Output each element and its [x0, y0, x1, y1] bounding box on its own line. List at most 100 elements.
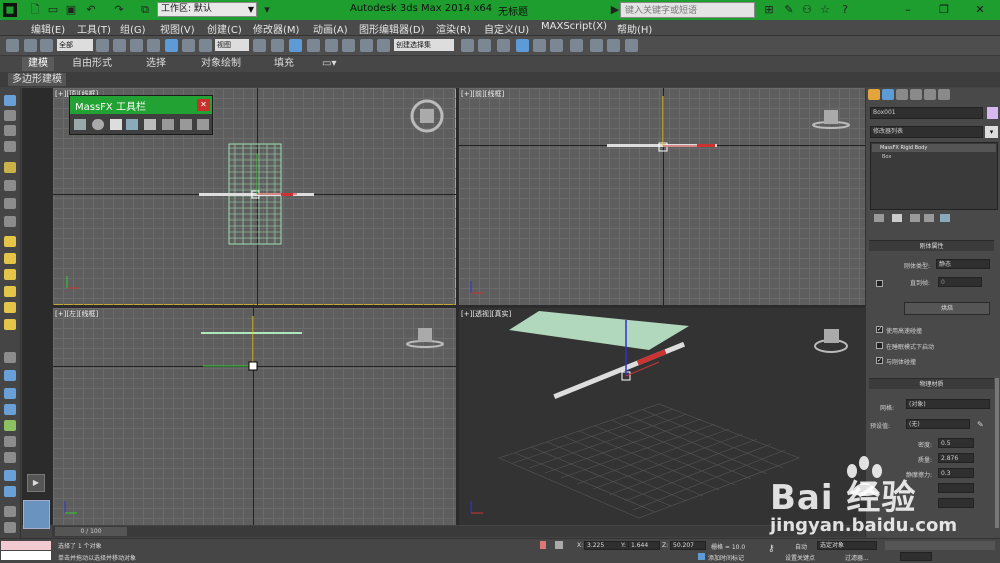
tab-freeform[interactable]: 自由形式 [66, 57, 118, 71]
polygon-modeling-label[interactable]: 多边形建模 [8, 73, 66, 86]
menu-help[interactable]: 帮助(H) [617, 21, 652, 36]
select-manipulate-icon[interactable] [271, 39, 284, 52]
close-icon[interactable]: ✕ [197, 99, 210, 111]
eyedropper-icon[interactable]: ✎ [977, 420, 986, 429]
tools-icon[interactable]: ✎ [782, 3, 796, 17]
bounciness-input[interactable] [938, 498, 974, 508]
render-setup-icon[interactable] [590, 39, 603, 52]
collide-rigid-checkbox[interactable]: ✓ [876, 357, 883, 364]
strip-icon-10[interactable] [4, 253, 16, 264]
menu-maxscript[interactable]: MAXScript(X) [541, 21, 607, 32]
menu-modifiers[interactable]: 修改器(M) [253, 21, 299, 36]
expand-icon[interactable]: ▶ [27, 474, 45, 492]
stack-item-box[interactable]: Box [872, 153, 996, 161]
motion-tab-icon[interactable] [910, 89, 922, 100]
tab-modeling[interactable]: 建模 [22, 57, 54, 71]
ribbon-options-icon[interactable]: ▭▾ [316, 57, 342, 71]
add-time-tag[interactable]: 添加时间标记 [708, 553, 744, 562]
mass-input[interactable]: 2.876 [938, 453, 974, 463]
strip-icon-13[interactable] [4, 302, 16, 313]
y-coord-input[interactable]: 1.644 [628, 541, 660, 550]
strip-icon-4[interactable] [4, 141, 16, 152]
strip-icon-7[interactable] [4, 198, 16, 209]
strip-icon-2[interactable] [4, 110, 16, 121]
menu-views[interactable]: 视图(V) [160, 21, 195, 36]
chevron-down-icon[interactable]: ▾ [985, 126, 998, 138]
reset-sim-icon[interactable] [162, 119, 174, 130]
auto-key-button[interactable]: 自动 [795, 542, 807, 551]
key-icon[interactable]: ⚷ [768, 544, 775, 554]
strip-icon-24[interactable] [4, 506, 16, 517]
strip-icon-3[interactable] [4, 125, 16, 136]
menu-animation[interactable]: 动画(A) [313, 21, 348, 36]
bind-space-warp-icon[interactable] [40, 39, 53, 52]
binoculars-icon[interactable]: ⊞ [762, 3, 776, 17]
named-selection-dropdown[interactable]: 创建选择集 [394, 39, 454, 51]
strip-icon-19[interactable] [4, 420, 16, 431]
select-by-name-icon[interactable] [113, 39, 126, 52]
strip-icon-23[interactable] [4, 486, 16, 497]
ragdoll-icon[interactable] [144, 119, 156, 130]
menu-edit[interactable]: 编辑(E) [31, 21, 65, 36]
menu-graph-editors[interactable]: 图形编辑器(D) [359, 21, 425, 36]
hold-icon[interactable]: ⧉ [138, 3, 152, 17]
select-and-rotate-icon[interactable] [182, 39, 195, 52]
selection-filter-dropdown[interactable]: 全部 [57, 39, 93, 51]
create-tab-icon[interactable] [868, 89, 880, 100]
strip-icon-9[interactable] [4, 236, 16, 247]
minimize-icon[interactable]: – [900, 2, 916, 18]
select-object-icon[interactable] [96, 39, 109, 52]
strip-icon-21[interactable] [4, 452, 16, 463]
remove-modifier-icon[interactable] [924, 214, 934, 222]
mirror-icon[interactable] [461, 39, 474, 52]
start-sleep-checkbox[interactable] [876, 342, 883, 349]
close-icon[interactable]: ✕ [972, 2, 988, 18]
strip-icon-16[interactable] [4, 370, 16, 381]
maxscript-listener-white[interactable] [1, 551, 51, 560]
object-color-swatch[interactable] [987, 107, 998, 119]
bake-button[interactable]: 烘焙 [904, 302, 990, 315]
select-and-scale-icon[interactable] [199, 39, 212, 52]
snaps-toggle-icon[interactable] [307, 39, 320, 52]
stack-item-massfx[interactable]: MassFX Rigid Body [872, 144, 996, 152]
new-file-icon[interactable]: 🗋 [28, 3, 42, 17]
edit-named-selection-icon[interactable] [377, 39, 390, 52]
save-icon[interactable]: ▣ [64, 3, 78, 17]
strip-icon-22[interactable] [4, 470, 16, 481]
massfx-toolbar[interactable]: MassFX 工具栏 ✕ [69, 95, 213, 135]
align-icon[interactable] [478, 39, 491, 52]
strip-icon-25[interactable] [4, 522, 16, 533]
strip-icon-1[interactable] [4, 95, 16, 106]
viewport-layout-icon[interactable] [23, 500, 50, 529]
current-frame-input[interactable] [900, 552, 932, 561]
show-end-result-icon[interactable] [892, 214, 902, 222]
strip-icon-17[interactable] [4, 388, 16, 399]
graphite-toggle-icon[interactable] [516, 39, 529, 52]
menu-create[interactable]: 创建(C) [207, 21, 242, 36]
strip-icon-14[interactable] [4, 319, 16, 330]
massfx-header[interactable]: MassFX 工具栏 ✕ [70, 96, 212, 114]
hierarchy-tab-icon[interactable] [896, 89, 908, 100]
menu-tools[interactable]: 工具(T) [77, 21, 111, 36]
static-friction-input[interactable]: 0.3 [938, 468, 974, 478]
rigid-type-dropdown[interactable]: 静态 [936, 259, 990, 269]
communication-icon[interactable]: ⚇ [800, 3, 814, 17]
tab-object-paint[interactable]: 对象绘制 [195, 57, 247, 71]
world-params-icon[interactable] [74, 119, 86, 130]
absolute-mode-icon[interactable] [555, 541, 563, 549]
high-speed-collision-checkbox[interactable]: ✓ [876, 326, 883, 333]
viewport-left[interactable]: [+][左][线框] [53, 308, 456, 525]
layer-manager-icon[interactable] [497, 39, 510, 52]
undo-icon[interactable]: ↶ [84, 3, 98, 17]
percent-snap-icon[interactable] [342, 39, 355, 52]
time-slider[interactable]: 0 / 100 [55, 527, 127, 536]
open-file-icon[interactable]: ▭ [46, 3, 60, 17]
render-production-icon[interactable] [625, 39, 638, 52]
tab-selection[interactable]: 选择 [140, 57, 172, 71]
strip-icon-20[interactable] [4, 436, 16, 447]
menu-group[interactable]: 组(G) [120, 21, 146, 36]
modifier-list-dropdown[interactable]: 修改器列表 [870, 126, 983, 138]
angle-snap-icon[interactable] [325, 39, 338, 52]
max-logo-icon[interactable]: ◼ [3, 3, 17, 17]
time-slider-track[interactable] [52, 526, 865, 537]
